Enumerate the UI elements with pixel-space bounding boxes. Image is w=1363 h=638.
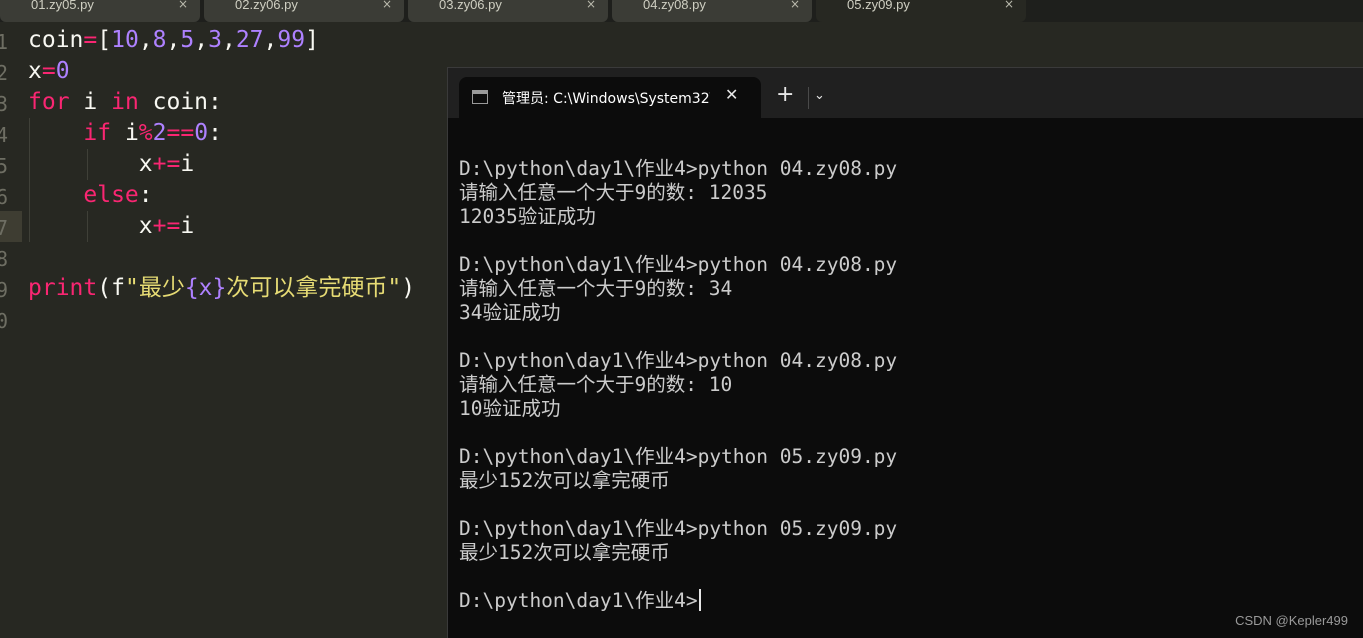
line-number: 1	[0, 30, 9, 54]
close-icon[interactable]: ✕	[725, 85, 738, 104]
terminal-window[interactable]: 管理员: C:\Windows\System32\cmd.exe ✕ + ⌄ D…	[447, 67, 1363, 638]
code-line-1: coin=[10,8,5,3,27,99]	[28, 27, 319, 53]
chevron-down-icon[interactable]: ⌄	[814, 88, 825, 103]
terminal-prompt-line[interactable]: D:\python\day1\作业4>	[459, 584, 701, 613]
code-line-4: if i%2==0:	[83, 120, 222, 146]
terminal-tab-bar: 管理员: C:\Windows\System32\cmd.exe ✕ + ⌄	[448, 68, 1363, 118]
editor-tab-02-zy06[interactable]: 02.zy06.py ×	[204, 0, 404, 22]
editor-tab-05-zy09[interactable]: 05.zy09.py ×	[816, 0, 1026, 22]
editor-tab-bar: 01.zy05.py × 02.zy06.py × 03.zy06.py × 0…	[0, 0, 1363, 22]
terminal-line: 最少152次可以拿完硬币	[459, 469, 670, 492]
line-number: 8	[0, 247, 9, 271]
terminal-tab[interactable]: 管理员: C:\Windows\System32\cmd.exe ✕	[459, 77, 761, 118]
code-line-3: for i in coin:	[28, 89, 222, 115]
watermark: CSDN @Kepler499	[1235, 613, 1348, 628]
terminal-prompt: D:\python\day1\作业4>	[459, 589, 698, 612]
code-line-7: x+=i	[28, 213, 195, 239]
terminal-line: 34验证成功	[459, 301, 561, 324]
editor-tab-03-zy06[interactable]: 03.zy06.py ×	[408, 0, 608, 22]
editor-tab-04-zy08[interactable]: 04.zy08.py ×	[612, 0, 812, 22]
tab-close-icon[interactable]: ×	[586, 0, 596, 11]
tab-label: 03.zy06.py	[439, 0, 502, 12]
tab-label: 05.zy09.py	[847, 0, 910, 12]
line-number: 5	[0, 154, 9, 178]
terminal-line: 最少152次可以拿完硬币	[459, 541, 670, 564]
code-line-5: x+=i	[28, 151, 195, 177]
text-cursor	[698, 589, 701, 611]
terminal-line: 12035验证成功	[459, 205, 596, 228]
tab-label: 01.zy05.py	[31, 0, 94, 12]
tab-close-icon[interactable]: ×	[790, 0, 800, 11]
code-line-2: x=0	[28, 58, 70, 84]
tab-close-icon[interactable]: ×	[1004, 0, 1014, 11]
tab-close-icon[interactable]: ×	[178, 0, 188, 11]
line-number: 7	[0, 216, 9, 240]
divider	[808, 87, 809, 109]
editor-tab-01-zy05[interactable]: 01.zy05.py ×	[0, 0, 200, 22]
tab-label: 04.zy08.py	[643, 0, 706, 12]
code-line-6: else:	[83, 182, 153, 208]
line-number: 4	[0, 123, 9, 147]
line-number: 0	[0, 309, 9, 333]
tab-close-icon[interactable]: ×	[382, 0, 392, 11]
code-line-9: print(f"最少{x}次可以拿完硬币")	[28, 275, 416, 301]
line-number: 6	[0, 185, 9, 209]
line-number: 3	[0, 92, 9, 116]
tab-label: 02.zy06.py	[235, 0, 298, 12]
new-tab-button[interactable]: +	[776, 84, 794, 106]
terminal-line: 10验证成功	[459, 397, 561, 420]
terminal-tab-title: 管理员: C:\Windows\System32\cmd.exe	[502, 91, 710, 107]
line-number: 9	[0, 278, 9, 302]
cmd-icon	[472, 90, 488, 104]
line-number: 2	[0, 61, 9, 85]
